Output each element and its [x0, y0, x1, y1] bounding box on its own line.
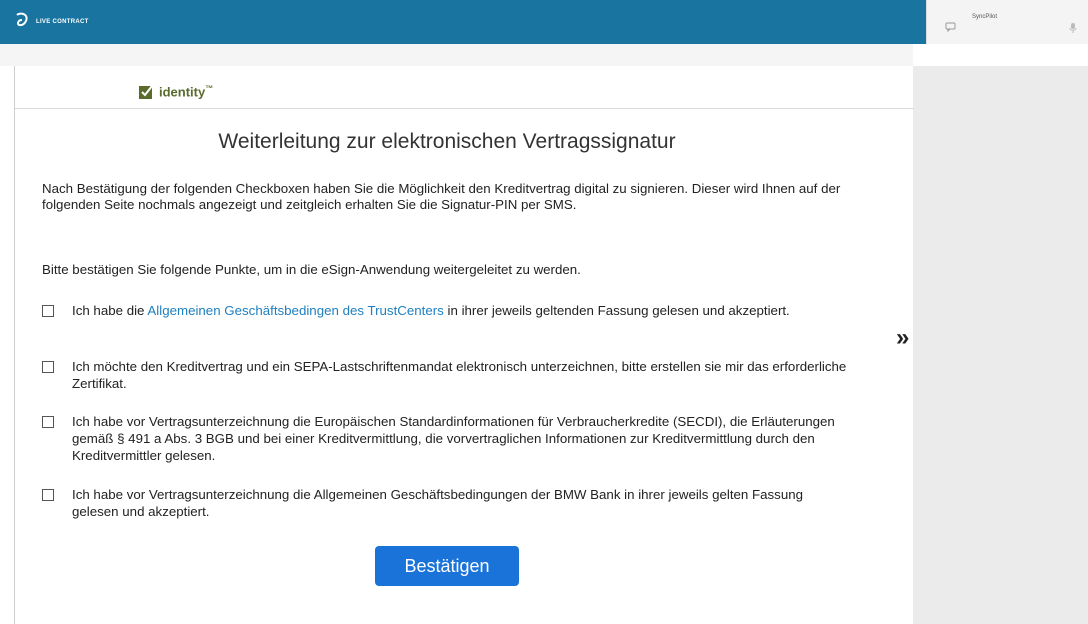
checkbox[interactable] — [42, 416, 54, 428]
identity-check-icon — [139, 85, 153, 99]
checkbox-label: Ich habe die Allgemeinen Geschäftsbeding… — [72, 303, 790, 318]
page-title: Weiterleitung zur elektronischen Vertrag… — [218, 130, 676, 153]
identity-logo: identity™ — [139, 84, 213, 99]
chat-icon[interactable] — [945, 22, 957, 32]
syncpilot-label: SyncPilot — [972, 14, 998, 20]
top-header-bar: LIVE CONTRACT — [0, 0, 926, 44]
consent-checkbox-item[interactable]: Ich habe vor Vertragsunterzeichnung die … — [42, 413, 852, 464]
checkbox[interactable] — [42, 305, 54, 317]
identity-brand-name: identity™ — [159, 84, 214, 100]
consent-checkbox-item[interactable]: Ich habe vor Vertragsunterzeichnung die … — [42, 486, 852, 520]
syncpilot-header: SyncPilot — [926, 0, 1088, 44]
divider — [15, 108, 914, 109]
checkbox-label: Ich möchte den Kreditvertrag und ein SEP… — [72, 359, 847, 391]
signature-redirect-panel: identity™ Weiterleitung zur elektronisch… — [14, 66, 914, 624]
microphone-icon[interactable] — [1069, 22, 1077, 34]
checkbox[interactable] — [42, 361, 54, 373]
checkbox[interactable] — [42, 489, 54, 501]
brand-name: LIVE CONTRACT — [36, 18, 89, 25]
confirm-button[interactable]: Bestätigen — [375, 546, 519, 586]
intro-text: Nach Bestätigung der folgenden Checkboxe… — [42, 181, 841, 212]
spacer — [0, 44, 913, 66]
terms-link[interactable]: Allgemeinen Geschäftsbedingen des TrustC… — [147, 303, 443, 318]
right-side-panel — [913, 66, 1088, 624]
consent-checkbox-item[interactable]: Ich habe die Allgemeinen Geschäftsbeding… — [42, 302, 852, 319]
live-contract-logo[interactable]: LIVE CONTRACT — [14, 12, 89, 28]
consent-checkbox-item[interactable]: Ich möchte den Kreditvertrag und ein SEP… — [42, 358, 852, 392]
instruction-text: Bitte bestätigen Sie folgende Punkte, um… — [42, 262, 581, 277]
checkbox-label: Ich habe vor Vertragsunterzeichnung die … — [72, 414, 835, 463]
live-contract-logo-icon — [16, 12, 28, 27]
expand-panel-icon[interactable]: » — [896, 324, 909, 352]
checkbox-label: Ich habe vor Vertragsunterzeichnung die … — [72, 487, 804, 519]
